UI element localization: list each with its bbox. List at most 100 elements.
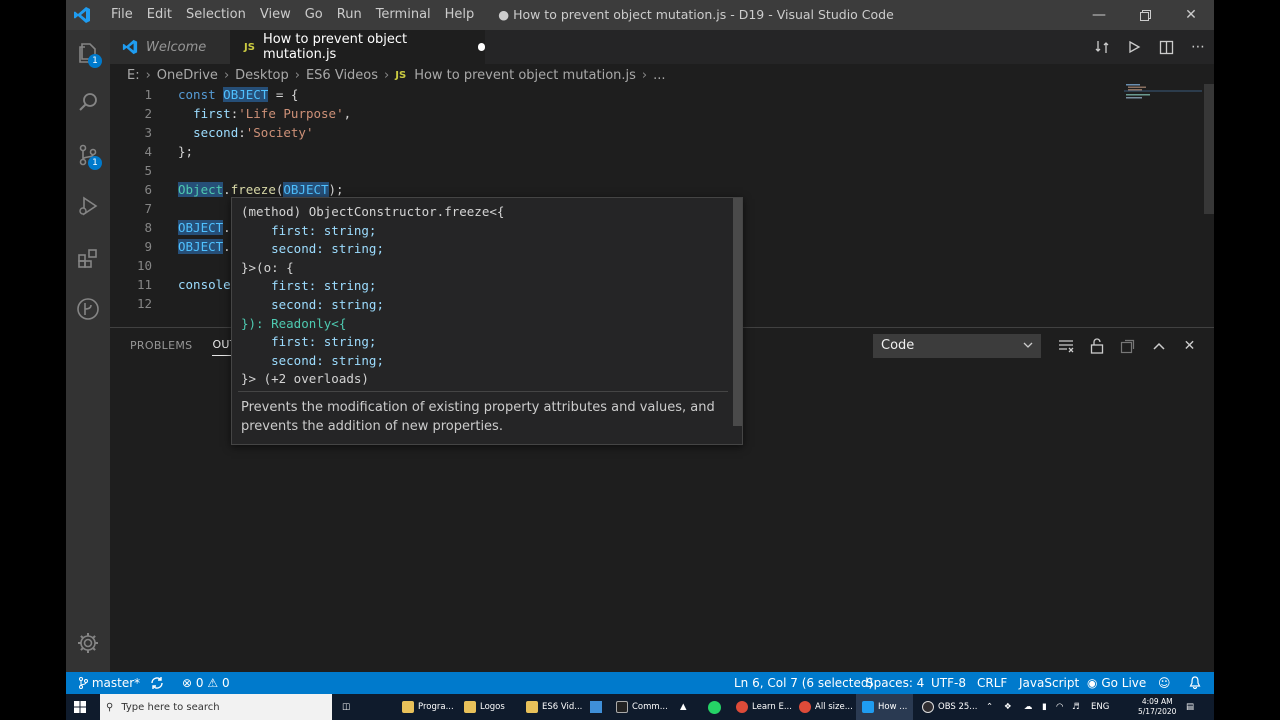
identifier: OBJECT — [178, 239, 224, 254]
tab-welcome-label: Welcome — [146, 39, 207, 55]
run-debug-icon[interactable] — [66, 183, 110, 229]
hover-text: second: string; — [241, 296, 384, 312]
hover-line: }> (+2 overloads) — [241, 370, 504, 389]
windows-start-icon[interactable] — [74, 694, 86, 720]
punctuation: , — [343, 106, 352, 121]
code-text: }; — [178, 144, 194, 159]
minimap[interactable] — [1124, 84, 1204, 104]
menu-view[interactable]: View — [253, 0, 298, 30]
notifications-bell-icon[interactable] — [1189, 672, 1201, 694]
menu-go[interactable]: Go — [298, 0, 330, 30]
close-icon[interactable]: ✕ — [1168, 0, 1214, 30]
feedback-icon[interactable]: ☺ — [1158, 672, 1171, 694]
sync-icon[interactable] — [150, 672, 164, 694]
menu-file[interactable]: File — [104, 0, 140, 30]
split-editor-icon[interactable] — [1150, 30, 1182, 64]
line-number: 9 — [144, 239, 152, 254]
taskbar-app-label: OBS 25... — [938, 702, 978, 712]
app-icon[interactable]: ▲ — [680, 694, 687, 720]
settings-gear-icon[interactable] — [66, 620, 110, 666]
search-icon[interactable] — [66, 79, 110, 125]
cursor-position[interactable]: Ln 6, Col 7 (6 selected) — [734, 672, 873, 694]
hover-signature: (method) ObjectConstructor.freeze<{ firs… — [241, 203, 504, 389]
minimize-icon[interactable]: — — [1076, 0, 1122, 30]
encoding[interactable]: UTF-8 — [931, 672, 966, 694]
editor-actions: ⋯ — [1086, 30, 1214, 64]
warning-icon: ⚠ — [207, 676, 219, 690]
run-file-icon[interactable] — [1118, 30, 1150, 64]
language-mode[interactable]: JavaScript — [1019, 672, 1079, 694]
menu-selection[interactable]: Selection — [179, 0, 253, 30]
hover-scrollbar[interactable] — [733, 198, 742, 426]
more-actions-icon[interactable]: ⋯ — [1182, 30, 1214, 64]
taskbar-app[interactable]: All size... — [799, 694, 853, 720]
clear-output-icon[interactable] — [1050, 334, 1081, 358]
open-in-editor-icon[interactable] — [1112, 334, 1143, 358]
breadcrumb-folder[interactable]: ES6 Videos — [306, 68, 378, 83]
taskbar-app[interactable]: ES6 Vid... — [526, 694, 582, 720]
identifier: console — [178, 277, 231, 292]
whatsapp-icon[interactable] — [708, 694, 721, 720]
restore-icon[interactable] — [1122, 0, 1168, 30]
editor-scrollbar[interactable] — [1204, 84, 1214, 214]
breadcrumb-symbol[interactable]: ... — [653, 68, 665, 83]
breadcrumb-desktop[interactable]: Desktop — [235, 68, 289, 83]
compare-changes-icon[interactable] — [1086, 30, 1118, 64]
wifi-icon[interactable]: ◠ — [1056, 694, 1063, 720]
branch-indicator[interactable]: master* — [78, 672, 140, 694]
close-panel-icon[interactable]: ✕ — [1174, 334, 1205, 358]
input-language[interactable]: ENG — [1091, 694, 1109, 720]
menu-run[interactable]: Run — [330, 0, 369, 30]
problems-indicator[interactable]: ⊗ 0 ⚠ 0 — [182, 672, 230, 694]
breadcrumb-file[interactable]: How to prevent object mutation.js — [414, 68, 636, 83]
lock-icon[interactable] — [1081, 334, 1112, 358]
clock[interactable]: 4:09 AM 5/17/2020 — [1138, 694, 1176, 720]
hover-line: }): Readonly<{ — [241, 315, 504, 334]
tray-icon[interactable]: ☁ — [1024, 694, 1033, 720]
warning-count: 0 — [221, 676, 230, 690]
tray-chevron-up-icon[interactable]: ⌃ — [986, 694, 993, 720]
code-text: first:'Life Purpose', — [178, 104, 351, 123]
explorer-icon[interactable]: 1 — [66, 30, 110, 76]
clock-time: 4:09 AM — [1141, 697, 1173, 706]
property: second — [193, 125, 239, 140]
indentation[interactable]: Spaces: 4 — [866, 672, 924, 694]
taskbar-app-label: All size... — [815, 702, 853, 712]
hover-line: second: string; — [241, 296, 504, 315]
breadcrumb-drive[interactable]: E: — [127, 68, 140, 83]
menu-terminal[interactable]: Terminal — [369, 0, 438, 30]
tab-welcome[interactable]: Welcome — [110, 30, 230, 64]
taskbar-app[interactable]: Learn E... — [736, 694, 792, 720]
taskbar-app[interactable]: Comm... — [616, 694, 668, 720]
error-icon: ⊗ — [182, 676, 193, 690]
go-live-button[interactable]: ◉ Go Live — [1087, 672, 1146, 694]
taskbar-app-active[interactable]: How ... — [856, 694, 914, 720]
dropbox-icon[interactable]: ❖ — [1004, 694, 1012, 720]
action-center-icon[interactable]: ▤ — [1186, 694, 1194, 720]
output-channel-value: Code — [881, 338, 915, 353]
unsaved-dot-icon[interactable] — [477, 43, 485, 51]
tab-active-file[interactable]: JS How to prevent object mutation.js — [230, 30, 485, 64]
line-ending[interactable]: CRLF — [977, 672, 1007, 694]
source-control-icon[interactable]: 1 — [66, 132, 110, 178]
task-view-icon[interactable]: ◫ — [342, 694, 350, 720]
speaker-icon[interactable]: ♬ — [1072, 694, 1080, 720]
hover-text: second: string; — [241, 241, 384, 257]
taskbar-app[interactable]: Logos — [464, 694, 505, 720]
taskbar-app[interactable]: OBS 25... — [922, 694, 977, 720]
window-title: ● How to prevent object mutation.js - D1… — [498, 7, 894, 22]
output-channel-select[interactable]: Code — [873, 334, 1041, 358]
battery-icon[interactable]: ▮ — [1042, 694, 1047, 720]
chevron-up-icon[interactable] — [1143, 334, 1174, 358]
punctuation: . — [223, 239, 231, 254]
git-graph-icon[interactable] — [66, 286, 110, 332]
taskbar-app[interactable]: Progra... — [402, 694, 454, 720]
app-icon[interactable] — [590, 694, 602, 720]
breadcrumb-onedrive[interactable]: OneDrive — [157, 68, 218, 83]
punctuation: : — [238, 125, 246, 140]
extensions-icon[interactable] — [66, 235, 110, 281]
panel-actions: ✕ — [1050, 334, 1205, 358]
menu-edit[interactable]: Edit — [140, 0, 179, 30]
tab-problems[interactable]: PROBLEMS — [130, 339, 192, 352]
taskbar-search[interactable]: ⚲ Type here to search — [100, 694, 332, 720]
